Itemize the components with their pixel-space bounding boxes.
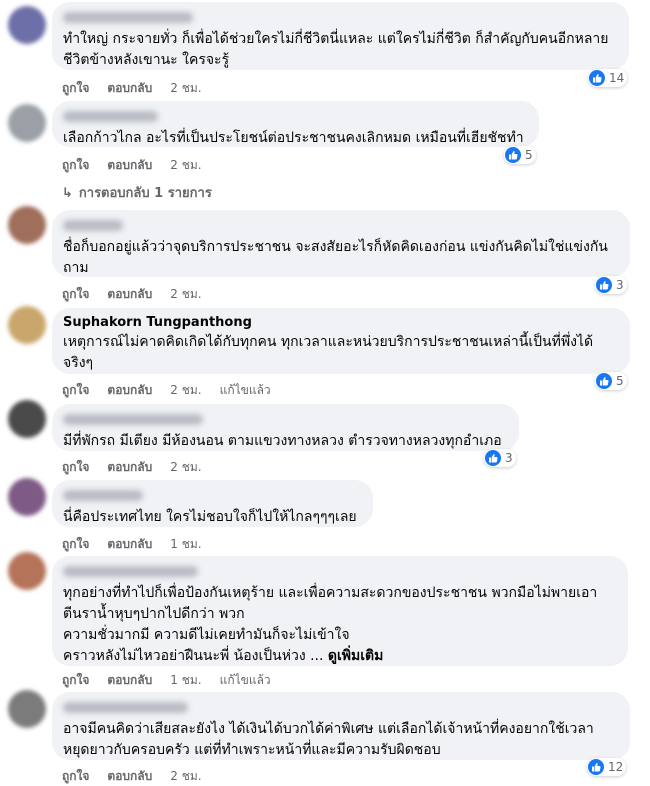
comment-actions: ถูกใจ ตอบกลับ 2 ชม. (62, 285, 220, 304)
reply-button[interactable]: ตอบกลับ (107, 285, 152, 304)
like-thumb-icon (596, 373, 612, 389)
avatar[interactable] (8, 478, 46, 516)
comment-actions: ถูกใจ ตอบกลับ 2 ชม. แก้ไขแล้ว (62, 381, 289, 400)
author-name[interactable] (63, 566, 198, 577)
timestamp[interactable]: 2 ชม. (170, 285, 201, 304)
see-more-link[interactable]: ดูเพิ่มเติม (328, 648, 383, 664)
author-name[interactable] (63, 220, 123, 231)
reaction-number: 3 (505, 451, 513, 465)
comment-bubble: เลือกก้าวไกล อะไรที่เป็นประโยชน์ต่อประชา… (52, 101, 539, 147)
timestamp[interactable]: 2 ชม. (170, 458, 201, 477)
comment-text: ชื่อก็บอกอยู่แล้วว่าจุดบริการประชาชน จะส… (63, 239, 608, 276)
comment-actions: ถูกใจ ตอบกลับ 2 ชม. (62, 156, 220, 175)
like-thumb-icon (589, 70, 605, 86)
like-button[interactable]: ถูกใจ (62, 79, 89, 98)
like-thumb-icon (505, 147, 521, 163)
reply-button[interactable]: ตอบกลับ (107, 79, 152, 98)
timestamp[interactable]: 2 ชม. (170, 156, 201, 175)
reaction-number: 12 (608, 760, 624, 774)
reaction-number: 14 (609, 71, 625, 85)
comment-text: ทำใหญ่ กระจายทั่ว ก็เพื่อได้ช่วยใครไม่กี… (63, 31, 609, 68)
comment-bubble: ทุกอย่างที่ทำไปก็เพื่อป้องกันเหตุร้าย แล… (52, 556, 628, 666)
reply-button[interactable]: ตอบกลับ (107, 767, 152, 786)
comment-bubble: มีที่พักรถ มีเตียง มีห้องนอน ตามแขวงทางห… (52, 404, 519, 451)
comment-text: อาจมีคนคิดว่าเสียสละยังไง ได้เงินได้บวกไ… (63, 721, 594, 758)
edited-label: แก้ไขแล้ว (219, 383, 271, 397)
avatar[interactable] (8, 690, 46, 728)
reply-button[interactable]: ตอบกลับ (107, 535, 152, 554)
reaction-count[interactable]: 14 (588, 69, 628, 87)
author-name[interactable] (63, 12, 193, 23)
edited-label: แก้ไขแล้ว (219, 673, 271, 687)
comment-actions: ถูกใจ ตอบกลับ 2 ชม. (62, 79, 220, 98)
author-name[interactable] (63, 490, 143, 501)
reaction-count[interactable]: 5 (595, 372, 627, 390)
like-thumb-icon (485, 450, 501, 466)
reaction-count[interactable]: 5 (504, 146, 536, 164)
view-replies-link[interactable]: ↳ การตอบกลับ 1 รายการ (62, 182, 212, 203)
like-button[interactable]: ถูกใจ (62, 458, 89, 477)
like-button[interactable]: ถูกใจ (62, 535, 89, 554)
reaction-number: 5 (525, 148, 533, 162)
comment-text: ทุกอย่างที่ทำไปก็เพื่อป้องกันเหตุร้าย แล… (63, 583, 616, 667)
comment-bubble: อาจมีคนคิดว่าเสียสละยังไง ได้เงินได้บวกไ… (52, 692, 630, 760)
author-name[interactable] (63, 702, 188, 713)
like-button[interactable]: ถูกใจ (62, 285, 89, 304)
avatar[interactable] (8, 104, 46, 142)
reaction-count[interactable]: 12 (587, 758, 627, 776)
timestamp[interactable]: 2 ชม. (170, 79, 201, 98)
like-button[interactable]: ถูกใจ (62, 671, 89, 690)
avatar[interactable] (8, 552, 46, 590)
like-thumb-icon (588, 759, 604, 775)
timestamp[interactable]: 2 ชม. (170, 381, 201, 400)
comment-bubble: Suphakorn Tungpanthong เหตุการณ์ไม่คาดคิ… (52, 308, 630, 374)
like-button[interactable]: ถูกใจ (62, 767, 89, 786)
replies-label: การตอบกลับ 1 รายการ (78, 186, 212, 201)
comment-actions: ถูกใจ ตอบกลับ 2 ชม. (62, 458, 220, 477)
comment-bubble: ชื่อก็บอกอยู่แล้วว่าจุดบริการประชาชน จะส… (52, 210, 630, 277)
reply-button[interactable]: ตอบกลับ (107, 381, 152, 400)
reply-arrow-icon: ↳ (62, 186, 73, 201)
avatar[interactable] (8, 306, 46, 344)
comment-actions: ถูกใจ ตอบกลับ 1 ชม. (62, 535, 220, 554)
avatar[interactable] (8, 400, 46, 438)
reaction-count[interactable]: 3 (595, 276, 627, 294)
reply-button[interactable]: ตอบกลับ (107, 671, 152, 690)
author-name[interactable] (63, 111, 158, 122)
reply-button[interactable]: ตอบกลับ (107, 156, 152, 175)
comment-text: เหตุการณ์ไม่คาดคิดเกิดได้กับทุกคน ทุกเวล… (63, 334, 594, 371)
like-button[interactable]: ถูกใจ (62, 156, 89, 175)
author-name[interactable] (63, 414, 203, 425)
comment-actions: ถูกใจ ตอบกลับ 1 ชม. แก้ไขแล้ว (62, 671, 289, 690)
avatar[interactable] (8, 6, 46, 44)
comment-bubble: นี่คือประเทศไทย ใครไม่ชอบใจก็ไปให้ไกลๆๆๆ… (52, 480, 373, 527)
like-thumb-icon (596, 277, 612, 293)
comment-text: เลือกก้าวไกล อะไรที่เป็นประโยชน์ต่อประชา… (63, 130, 524, 146)
comment-bubble: ทำใหญ่ กระจายทั่ว ก็เพื่อได้ช่วยใครไม่กี… (52, 2, 629, 70)
reaction-number: 5 (616, 374, 624, 388)
author-name[interactable]: Suphakorn Tungpanthong (63, 314, 618, 331)
reaction-number: 3 (616, 278, 624, 292)
like-button[interactable]: ถูกใจ (62, 381, 89, 400)
avatar[interactable] (8, 206, 46, 244)
reaction-count[interactable]: 3 (484, 449, 516, 467)
comment-text: มีที่พักรถ มีเตียง มีห้องนอน ตามแขวงทางห… (63, 433, 502, 449)
timestamp[interactable]: 1 ชม. (170, 671, 201, 690)
comment-text: นี่คือประเทศไทย ใครไม่ชอบใจก็ไปให้ไกลๆๆๆ… (63, 509, 357, 525)
timestamp[interactable]: 1 ชม. (170, 535, 201, 554)
timestamp[interactable]: 2 ชม. (170, 767, 201, 786)
reply-button[interactable]: ตอบกลับ (107, 458, 152, 477)
comment-actions: ถูกใจ ตอบกลับ 2 ชม. (62, 767, 220, 786)
